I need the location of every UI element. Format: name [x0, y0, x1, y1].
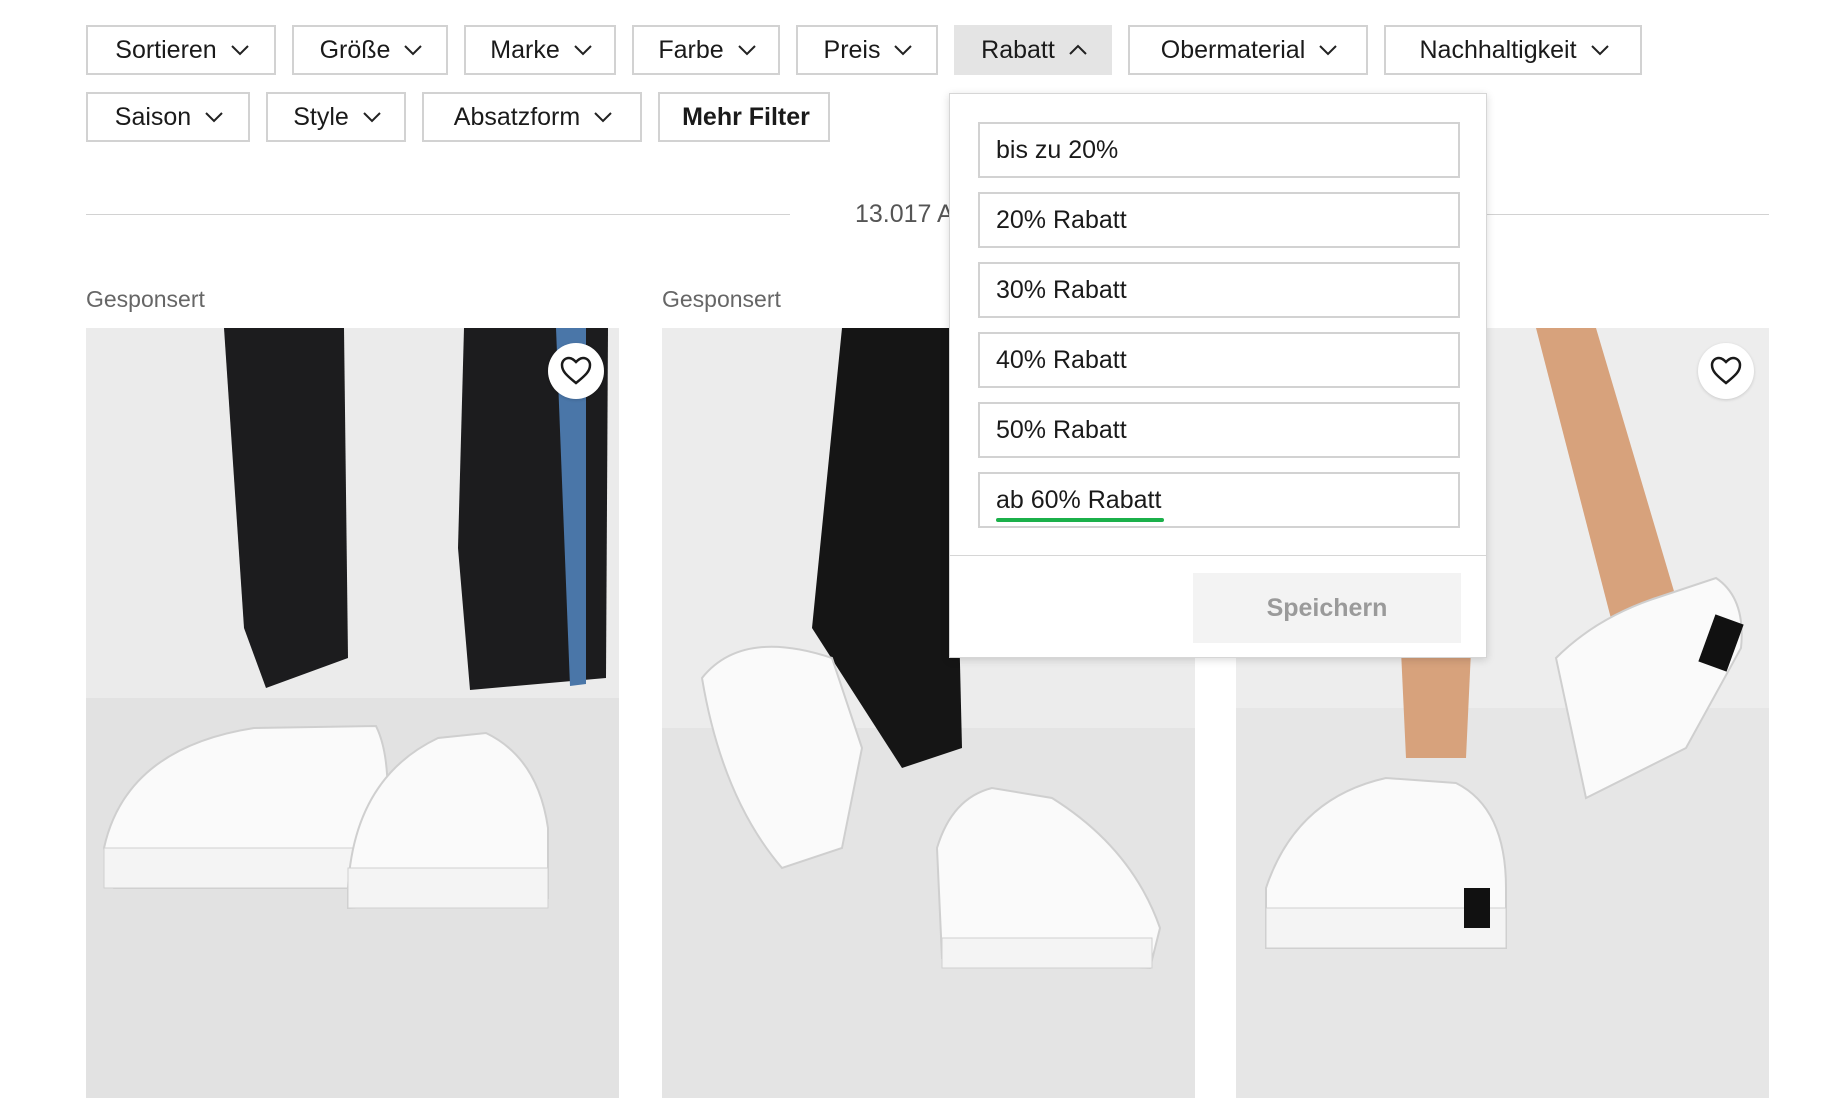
- filter-label: Marke: [490, 35, 560, 64]
- filter-rabatt-button[interactable]: Rabatt: [954, 25, 1112, 75]
- filter-label: Style: [293, 102, 349, 131]
- rabatt-option[interactable]: 50% Rabatt: [978, 402, 1460, 458]
- chevron-down-icon: [231, 45, 249, 56]
- filter-obermaterial-button[interactable]: Obermaterial: [1128, 25, 1368, 75]
- filter-label: Mehr Filter: [682, 102, 810, 131]
- heart-outline-icon: [1710, 356, 1742, 385]
- divider-left: [86, 214, 790, 215]
- filter-label: Farbe: [658, 35, 724, 64]
- divider-right: [1487, 214, 1769, 215]
- highlight-underline: [996, 518, 1164, 522]
- chevron-down-icon: [1319, 45, 1337, 56]
- filter-label: Saison: [114, 102, 192, 131]
- filter-absatzform-button[interactable]: Absatzform: [422, 92, 642, 142]
- filter-style-button[interactable]: Style: [266, 92, 406, 142]
- filter-nachhaltigkeit-button[interactable]: Nachhaltigkeit: [1384, 25, 1642, 75]
- chevron-down-icon: [594, 112, 612, 123]
- rabatt-option[interactable]: bis zu 20%: [978, 122, 1460, 178]
- sponsored-label: Gesponsert: [86, 286, 205, 312]
- wishlist-button[interactable]: [548, 343, 604, 399]
- option-label: ab 60% Rabatt: [996, 485, 1162, 514]
- option-label: 30% Rabatt: [996, 275, 1127, 304]
- option-label: 50% Rabatt: [996, 415, 1127, 444]
- filter-marke-button[interactable]: Marke: [464, 25, 616, 75]
- rabatt-option[interactable]: 20% Rabatt: [978, 192, 1460, 248]
- filter-label: Größe: [319, 35, 391, 64]
- filter-groesse-button[interactable]: Größe: [292, 25, 448, 75]
- filter-farbe-button[interactable]: Farbe: [632, 25, 780, 75]
- rabatt-option[interactable]: 40% Rabatt: [978, 332, 1460, 388]
- option-label: 20% Rabatt: [996, 205, 1127, 234]
- chevron-down-icon: [737, 45, 756, 56]
- filter-label: Sortieren: [115, 35, 217, 64]
- filter-label: Nachhaltigkeit: [1419, 35, 1577, 64]
- chevron-down-icon: [1590, 45, 1609, 56]
- result-count: 13.017 A: [855, 200, 954, 228]
- chevron-down-icon: [363, 112, 381, 123]
- filter-sortieren-button[interactable]: Sortieren: [86, 25, 276, 75]
- heart-outline-icon: [560, 356, 592, 385]
- chevron-down-icon: [894, 45, 913, 56]
- filter-label: Rabatt: [981, 35, 1055, 64]
- filter-row-2: Saison Style Absatzform Mehr Filter: [86, 92, 830, 142]
- sponsored-label: Gesponsert: [662, 286, 781, 312]
- filter-saison-button[interactable]: Saison: [86, 92, 250, 142]
- rabatt-option-highlighted[interactable]: ab 60% Rabatt: [978, 472, 1460, 528]
- dropdown-divider: [950, 555, 1486, 556]
- filter-preis-button[interactable]: Preis: [796, 25, 938, 75]
- rabatt-dropdown: bis zu 20% 20% Rabatt 30% Rabatt 40% Rab…: [949, 93, 1487, 658]
- chevron-down-icon: [574, 45, 592, 56]
- product-card[interactable]: [86, 328, 619, 1098]
- filter-label: Absatzform: [453, 102, 581, 131]
- chevron-down-icon: [404, 45, 423, 56]
- filter-row-1: Sortieren Größe Marke Farbe Preis Rabatt…: [86, 25, 1642, 75]
- option-label: 40% Rabatt: [996, 345, 1127, 374]
- option-label: bis zu 20%: [996, 135, 1119, 164]
- wishlist-button[interactable]: [1698, 343, 1754, 399]
- chevron-up-icon: [1069, 44, 1087, 55]
- more-filters-button[interactable]: Mehr Filter: [658, 92, 830, 142]
- chevron-down-icon: [205, 112, 223, 123]
- rabatt-option[interactable]: 30% Rabatt: [978, 262, 1460, 318]
- save-button[interactable]: Speichern: [1193, 573, 1461, 643]
- filter-label: Obermaterial: [1160, 35, 1306, 64]
- filter-label: Preis: [823, 35, 881, 64]
- product-image: [86, 328, 619, 1098]
